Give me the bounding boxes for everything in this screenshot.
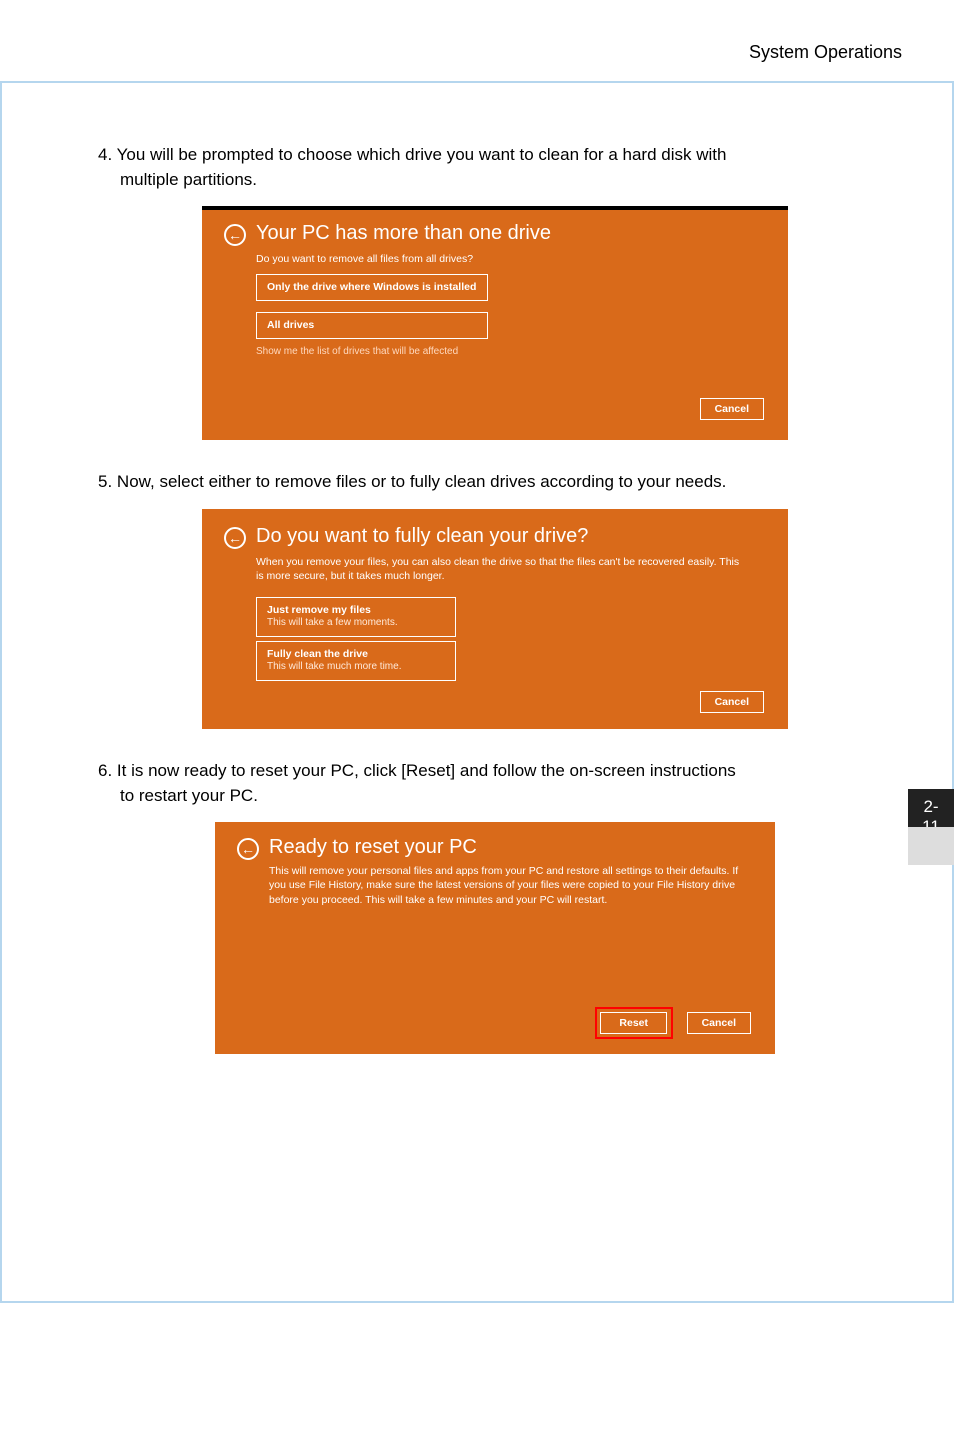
dialog-title: Do you want to fully clean your drive? (256, 525, 588, 548)
step-6-cont: to restart your PC. (98, 784, 892, 809)
step-5: 5. Now, select either to remove files or… (98, 470, 892, 495)
option-sub: This will take a few moments. (267, 617, 445, 630)
cancel-button[interactable]: Cancel (700, 691, 764, 713)
screenshot-drive-selection: ← Your PC has more than one drive Do you… (202, 206, 788, 440)
cancel-button[interactable]: Cancel (700, 398, 764, 420)
window-titlebar (202, 206, 788, 210)
option-title: Fully clean the drive (267, 648, 368, 660)
page-tab-shadow (908, 827, 954, 865)
link-show-affected-drives[interactable]: Show me the list of drives that will be … (256, 346, 458, 357)
dialog-title: Ready to reset your PC (269, 836, 477, 859)
step-4: 4. You will be prompted to choose which … (98, 143, 892, 192)
screenshot-ready-reset: ← Ready to reset your PC This will remov… (215, 822, 775, 1054)
dialog-subtitle: This will remove your personal files and… (269, 864, 739, 907)
back-icon[interactable]: ← (237, 838, 259, 860)
screenshot-clean-options: ← Do you want to fully clean your drive?… (202, 509, 788, 729)
step-5-number: 5. (98, 472, 112, 491)
page-content-frame: 4. You will be prompted to choose which … (0, 83, 954, 1303)
dialog-title: Your PC has more than one drive (256, 222, 551, 245)
dialog-subtitle: Do you want to remove all files from all… (256, 252, 473, 266)
option-just-remove-files[interactable]: Just remove my files This will take a fe… (256, 597, 456, 637)
step-4-number: 4. (98, 145, 112, 164)
step-4-cont: multiple partitions. (98, 168, 892, 193)
option-title: Just remove my files (267, 604, 371, 616)
step-6-text: It is now ready to reset your PC, click … (117, 761, 736, 780)
reset-button[interactable]: Reset (600, 1012, 667, 1034)
option-all-drives[interactable]: All drives (256, 312, 488, 339)
cancel-button[interactable]: Cancel (687, 1012, 751, 1034)
step-4-text: You will be prompted to choose which dri… (117, 145, 727, 164)
option-sub: This will take much more time. (267, 661, 445, 674)
option-fully-clean-drive[interactable]: Fully clean the drive This will take muc… (256, 641, 456, 681)
page-header-title: System Operations (0, 0, 954, 81)
back-icon[interactable]: ← (224, 224, 246, 246)
step-5-text: Now, select either to remove files or to… (117, 472, 726, 491)
back-icon[interactable]: ← (224, 527, 246, 549)
step-6-number: 6. (98, 761, 112, 780)
option-only-windows-drive[interactable]: Only the drive where Windows is installe… (256, 274, 488, 301)
step-6: 6. It is now ready to reset your PC, cli… (98, 759, 892, 808)
dialog-subtitle: When you remove your files, you can also… (256, 555, 746, 583)
